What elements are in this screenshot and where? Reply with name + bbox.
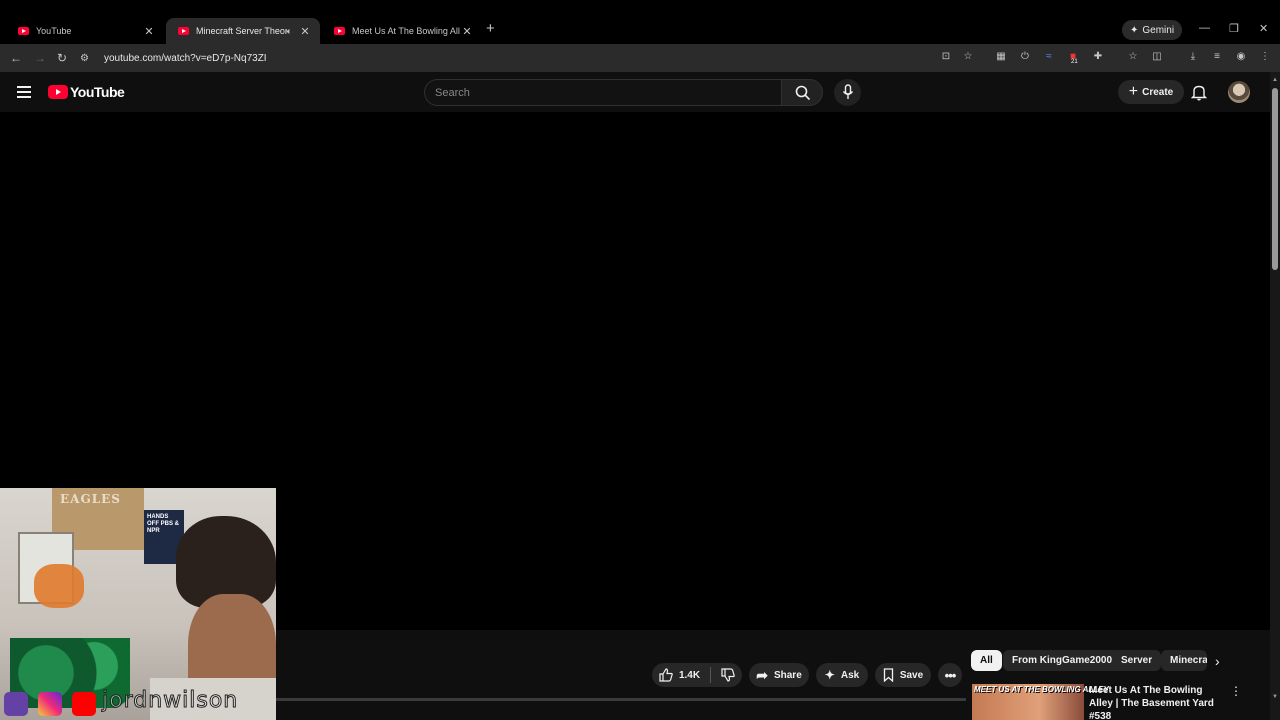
url-text: youtube.com/watch?v=eD7p-Nq73ZI	[104, 52, 267, 64]
reload-icon[interactable]: ↻	[57, 51, 67, 65]
thumbs-down-icon[interactable]	[721, 668, 735, 682]
tab-youtube[interactable]: YouTube ✕	[6, 18, 164, 44]
youtube-social-icon	[72, 692, 96, 716]
extensions-puzzle-icon[interactable]: ✚	[1092, 51, 1104, 63]
more-actions-button[interactable]: •••	[938, 663, 962, 687]
share-button[interactable]: ➦ Share	[749, 663, 809, 687]
site-info-icon[interactable]: ⚙	[80, 53, 94, 64]
back-arrow-icon[interactable]: ←	[10, 51, 22, 65]
chevron-right-icon[interactable]: ›	[1215, 653, 1220, 669]
instagram-icon	[38, 692, 62, 716]
close-tab-icon[interactable]: ✕	[142, 25, 156, 38]
youtube-favicon-icon	[178, 27, 189, 35]
gemini-label: Gemini	[1142, 24, 1175, 36]
webcam-overlay: EAGLES HANDS OFF PBS & NPR	[0, 488, 276, 720]
scroll-up-icon[interactable]: ▲	[1272, 77, 1278, 83]
like-separator	[710, 667, 712, 683]
gemini-button[interactable]: ✦ Gemini	[1122, 20, 1183, 40]
media-control-icon[interactable]: ≡	[1211, 51, 1223, 63]
split-screen-icon[interactable]: ◫	[1151, 51, 1163, 63]
search-icon	[795, 85, 811, 101]
like-count: 1.4K	[678, 669, 701, 681]
youtube-favicon-icon	[18, 27, 29, 35]
tab-minecraft-server-theory[interactable]: Minecraft Server Theory - Y 🔈︎ ✕	[166, 18, 320, 44]
close-tab-icon[interactable]: ✕	[298, 25, 312, 38]
speaker-icon[interactable]: 🔈︎	[287, 26, 292, 37]
restore-icon[interactable]: ❐	[1229, 22, 1239, 35]
notifications-bell-icon[interactable]	[1191, 84, 1207, 101]
minimize-icon[interactable]: —	[1199, 22, 1210, 34]
bookmark-icon	[883, 668, 893, 682]
voice-search-button[interactable]	[834, 79, 861, 106]
chip-minecraft[interactable]: Minecra	[1161, 650, 1207, 671]
new-tab-button[interactable]: +	[486, 20, 495, 37]
account-avatar[interactable]	[1228, 81, 1250, 103]
plus-icon: +	[1128, 83, 1139, 100]
tab-bowling-alley[interactable]: Meet Us At The Bowling Alley | ✕	[322, 18, 482, 44]
omnibox[interactable]: ⚙ youtube.com/watch?v=eD7p-Nq73ZI	[80, 48, 980, 68]
like-dislike-group: 1.4K	[652, 663, 742, 687]
tab-title: Minecraft Server Theory - Y	[196, 26, 287, 36]
bookmark-star-icon[interactable]: ☆	[962, 51, 974, 63]
tab-title: YouTube	[36, 26, 72, 36]
microphone-icon	[842, 84, 854, 99]
close-tab-icon[interactable]: ✕	[460, 25, 474, 38]
scrollbar-thumb[interactable]	[1272, 88, 1278, 270]
close-window-icon[interactable]: ✕	[1259, 22, 1268, 35]
tab-title: Meet Us At The Bowling Alley |	[352, 26, 460, 36]
favorites-icon[interactable]: ☆	[1127, 51, 1139, 63]
video-progress-bar[interactable]	[276, 698, 966, 701]
streamer-name: jordnwilson	[101, 688, 239, 714]
profile-icon[interactable]: ◉	[1235, 51, 1247, 63]
youtube-play-icon	[48, 85, 68, 99]
more-horizontal-icon: •••	[944, 667, 957, 683]
twitch-icon	[4, 692, 28, 716]
sign-text: HANDS OFF PBS & NPR	[147, 514, 180, 534]
banner-text: EAGLES	[60, 492, 121, 506]
share-label: Share	[773, 669, 802, 681]
download-icon[interactable]: ⤓	[1187, 51, 1199, 63]
youtube-favicon-icon	[334, 27, 345, 35]
youtube-logo-text: YouTube	[70, 84, 125, 100]
thumbs-up-icon	[659, 668, 673, 682]
chip-server[interactable]: Server	[1112, 650, 1162, 671]
ask-button[interactable]: ✦ Ask	[816, 663, 868, 687]
extension-wave-icon[interactable]: ≈	[1043, 51, 1055, 63]
create-label: Create	[1142, 86, 1174, 98]
like-button[interactable]: 1.4K	[659, 668, 700, 682]
chip-from-channel[interactable]: From KingGame2000	[1003, 650, 1122, 671]
scroll-down-icon[interactable]: ▼	[1272, 694, 1278, 700]
youtube-logo[interactable]: YouTube	[48, 84, 125, 100]
save-button[interactable]: Save	[875, 663, 931, 687]
search-button[interactable]	[781, 79, 823, 106]
orange-object	[34, 564, 84, 608]
sparkle-icon: ✦	[1130, 24, 1139, 36]
recommendation-title[interactable]: Meet Us At The Bowling Alley | The Basem…	[1089, 684, 1219, 720]
create-button[interactable]: + Create	[1118, 80, 1184, 104]
power-icon[interactable]: ⏻	[1019, 51, 1031, 63]
browser-menu-icon[interactable]: ⋮	[1259, 51, 1271, 63]
hamburger-menu-icon[interactable]	[17, 86, 31, 98]
search-input[interactable]: Search	[424, 79, 782, 106]
forward-arrow-icon[interactable]: →	[34, 51, 46, 65]
extension-gift-icon[interactable]: ▦	[995, 51, 1007, 63]
ask-label: Ask	[840, 669, 860, 681]
share-arrow-icon: ➦	[756, 666, 768, 683]
save-label: Save	[899, 669, 924, 681]
extension-badge-count: 21	[1071, 59, 1078, 65]
sparkle-icon: ✦	[824, 668, 835, 682]
install-icon[interactable]: ⊡	[940, 51, 952, 63]
chip-all[interactable]: All	[971, 650, 1002, 671]
more-vertical-icon[interactable]: ⋮	[1230, 684, 1242, 698]
